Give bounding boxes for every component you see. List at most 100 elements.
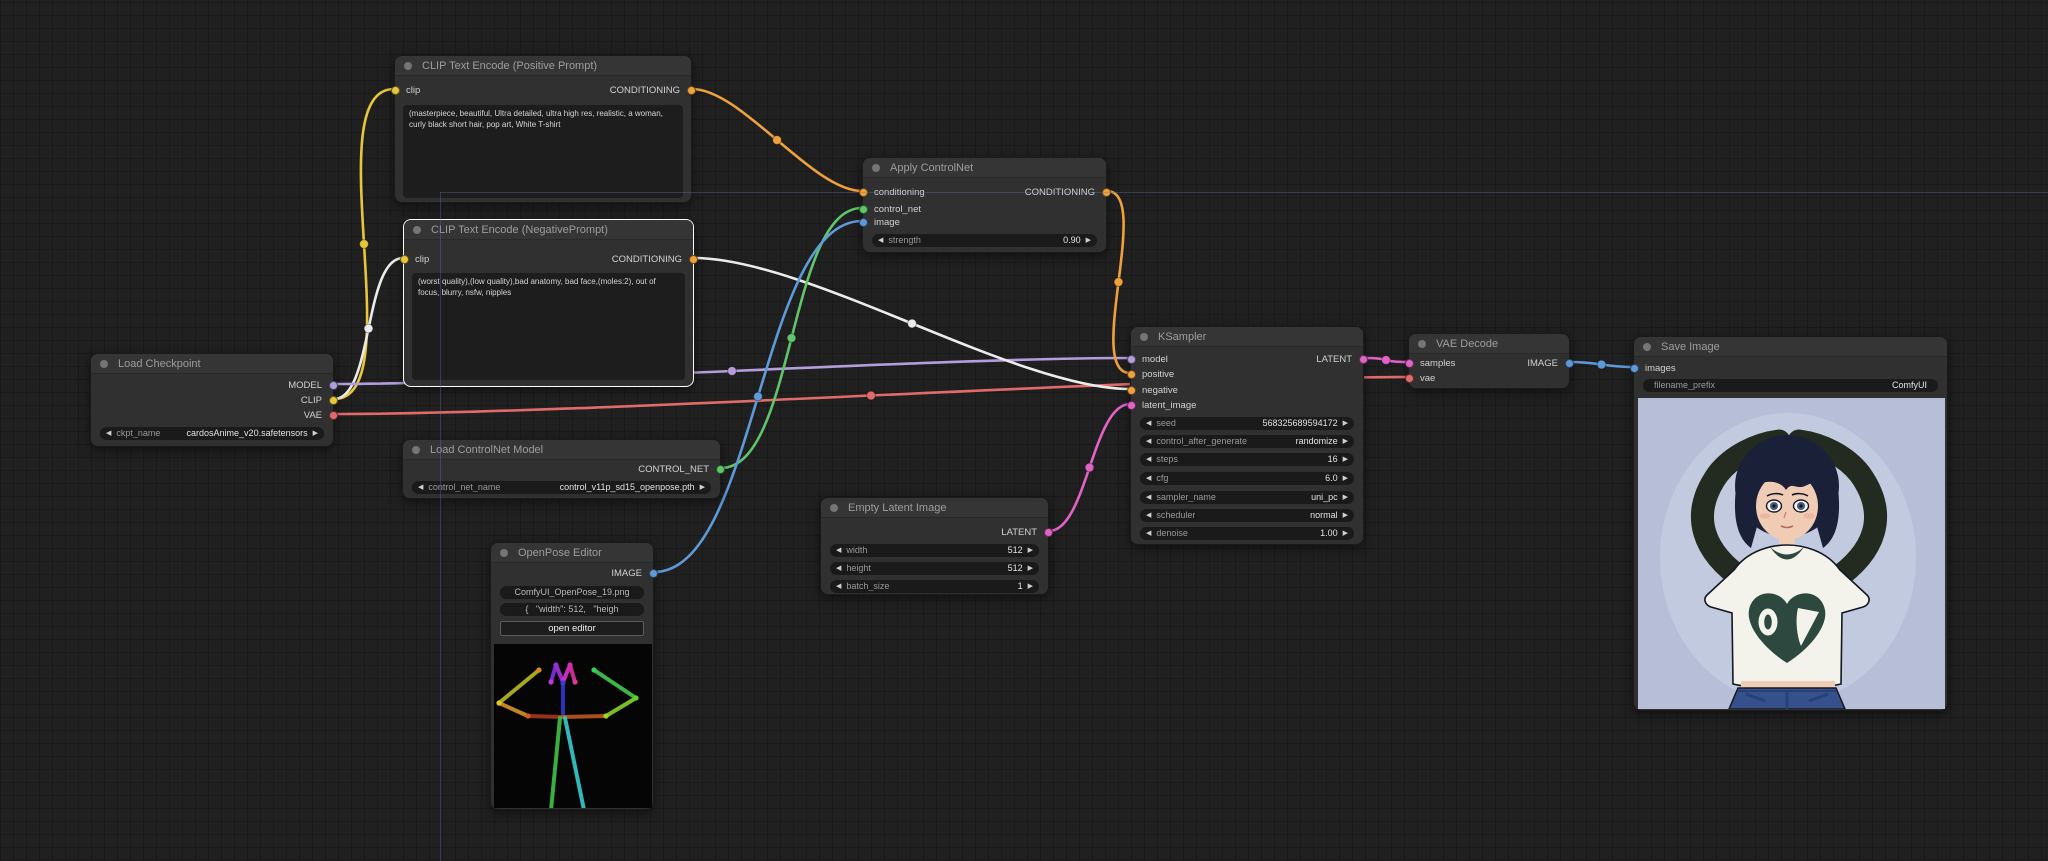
decrement-arrow-icon[interactable]: ◀ bbox=[1146, 453, 1151, 466]
output-slot-model[interactable] bbox=[328, 380, 338, 390]
node-vae-decode[interactable]: VAE Decode samples vae IMAGE bbox=[1404, 333, 1574, 389]
input-slot-image[interactable] bbox=[858, 217, 868, 227]
increment-arrow-icon[interactable]: ▶ bbox=[1343, 509, 1348, 522]
link-midpoint-dot[interactable] bbox=[1084, 462, 1095, 473]
link-midpoint-dot[interactable] bbox=[786, 333, 797, 343]
increment-arrow-icon[interactable]: ▶ bbox=[313, 427, 318, 440]
node-load-controlnet-model[interactable]: Load ControlNet Model CONTROL_NET ◀ control… bbox=[402, 439, 725, 499]
widget-pose_filename[interactable]: ComfyUI_OpenPose_19.png bbox=[500, 585, 644, 599]
output-slot-image[interactable] bbox=[648, 568, 658, 578]
node-title-bar[interactable]: Load Checkpoint bbox=[91, 354, 333, 374]
widget-control_after_generate[interactable]: ◀ control_after_generate randomize ▶ bbox=[1140, 434, 1354, 448]
output-slot-control_net[interactable] bbox=[715, 464, 725, 474]
collapse-dot-icon[interactable] bbox=[1643, 343, 1651, 351]
collapse-dot-icon[interactable] bbox=[500, 549, 508, 557]
widget-height[interactable]: ◀ height 512 ▶ bbox=[830, 561, 1039, 575]
collapse-dot-icon[interactable] bbox=[872, 164, 880, 172]
link-midpoint-dot[interactable] bbox=[866, 390, 876, 401]
output-slot-vae[interactable] bbox=[328, 410, 338, 420]
increment-arrow-icon[interactable]: ▶ bbox=[1028, 562, 1033, 575]
node-apply-controlnet[interactable]: Apply ControlNet conditioning control_net i… bbox=[858, 157, 1111, 253]
input-slot-model[interactable] bbox=[1126, 354, 1136, 364]
input-slot-clip[interactable] bbox=[390, 85, 400, 95]
input-slot-conditioning[interactable] bbox=[858, 187, 868, 197]
decrement-arrow-icon[interactable]: ◀ bbox=[1146, 417, 1151, 430]
prompt-textarea[interactable]: (worst quality),(low quality),bad anatom… bbox=[412, 273, 685, 380]
output-slot-conditioning[interactable] bbox=[686, 85, 696, 95]
link-midpoint-dot[interactable] bbox=[363, 323, 374, 334]
decrement-arrow-icon[interactable]: ◀ bbox=[836, 562, 841, 575]
widget-steps[interactable]: ◀ steps 16 ▶ bbox=[1140, 452, 1354, 466]
collapse-dot-icon[interactable] bbox=[830, 504, 838, 512]
widget-filename_prefix[interactable]: filename_prefix ComfyUI bbox=[1643, 378, 1938, 392]
node-ksampler[interactable]: KSampler model positive negative latent_imag… bbox=[1126, 326, 1368, 545]
decrement-arrow-icon[interactable]: ◀ bbox=[1146, 509, 1151, 522]
decrement-arrow-icon[interactable]: ◀ bbox=[1146, 435, 1151, 448]
widget-pose_json[interactable]: { "width": 512, "heigh bbox=[500, 602, 644, 616]
collapse-dot-icon[interactable] bbox=[100, 360, 108, 368]
node-clip-text-encode-positive[interactable]: CLIP Text Encode (Positive Prompt) clip CO… bbox=[390, 55, 696, 203]
output-slot-latent[interactable] bbox=[1043, 527, 1053, 537]
increment-arrow-icon[interactable]: ▶ bbox=[1086, 234, 1091, 247]
node-save-image[interactable]: Save Image images filename_prefix ComfyUI bbox=[1629, 336, 1948, 711]
decrement-arrow-icon[interactable]: ◀ bbox=[106, 427, 111, 440]
decrement-arrow-icon[interactable]: ◀ bbox=[836, 580, 841, 593]
node-title-bar[interactable]: CLIP Text Encode (NegativePrompt) bbox=[404, 220, 693, 240]
widget-width[interactable]: ◀ width 512 ▶ bbox=[830, 543, 1039, 557]
input-slot-vae[interactable] bbox=[1404, 373, 1414, 383]
widget-scheduler[interactable]: ◀ scheduler normal ▶ bbox=[1140, 508, 1354, 522]
input-slot-negative[interactable] bbox=[1126, 385, 1136, 395]
widget-batch_size[interactable]: ◀ batch_size 1 ▶ bbox=[830, 579, 1039, 593]
widget-seed[interactable]: ◀ seed 568325689594172 ▶ bbox=[1140, 416, 1354, 430]
node-openpose-editor[interactable]: OpenPose Editor IMAGE ComfyUI_OpenPose_19.… bbox=[490, 542, 658, 810]
widget-sampler_name[interactable]: ◀ sampler_name uni_pc ▶ bbox=[1140, 490, 1354, 504]
decrement-arrow-icon[interactable]: ◀ bbox=[1146, 527, 1151, 540]
node-graph-canvas[interactable]: Load Checkpoint MODEL CLIP VAE ◀ ckpt_name car… bbox=[0, 0, 2048, 861]
link-midpoint-dot[interactable] bbox=[753, 391, 763, 402]
increment-arrow-icon[interactable]: ▶ bbox=[700, 481, 705, 494]
link-midpoint-dot[interactable] bbox=[907, 318, 917, 329]
prompt-textarea[interactable]: (masterpiece, beautiful, Ultra detailed,… bbox=[403, 105, 683, 198]
increment-arrow-icon[interactable]: ▶ bbox=[1343, 491, 1348, 504]
increment-arrow-icon[interactable]: ▶ bbox=[1343, 527, 1348, 540]
increment-arrow-icon[interactable]: ▶ bbox=[1028, 580, 1033, 593]
node-title-bar[interactable]: Apply ControlNet bbox=[863, 158, 1106, 178]
increment-arrow-icon[interactable]: ▶ bbox=[1343, 417, 1348, 430]
input-slot-images[interactable] bbox=[1629, 363, 1639, 373]
widget-ckpt_name[interactable]: ◀ ckpt_name cardosAnime_v20.safetensors ▶ bbox=[100, 426, 324, 440]
increment-arrow-icon[interactable]: ▶ bbox=[1343, 472, 1348, 485]
node-load-checkpoint[interactable]: Load Checkpoint MODEL CLIP VAE ◀ ckpt_name car… bbox=[90, 353, 338, 447]
output-slot-conditioning[interactable] bbox=[688, 254, 698, 264]
input-slot-control_net[interactable] bbox=[858, 204, 868, 214]
collapse-dot-icon[interactable] bbox=[404, 62, 412, 70]
input-slot-latent_image[interactable] bbox=[1126, 400, 1136, 410]
decrement-arrow-icon[interactable]: ◀ bbox=[418, 481, 423, 494]
input-slot-samples[interactable] bbox=[1404, 358, 1414, 368]
node-title-bar[interactable]: VAE Decode bbox=[1409, 334, 1569, 354]
input-slot-positive[interactable] bbox=[1126, 369, 1136, 379]
link-midpoint-dot[interactable] bbox=[1113, 277, 1124, 287]
decrement-arrow-icon[interactable]: ◀ bbox=[836, 544, 841, 557]
node-title-bar[interactable]: Save Image bbox=[1634, 337, 1947, 357]
node-title-bar[interactable]: CLIP Text Encode (Positive Prompt) bbox=[395, 56, 691, 76]
collapse-dot-icon[interactable] bbox=[1140, 333, 1148, 341]
node-clip-text-encode-negative[interactable]: CLIP Text Encode (NegativePrompt) clip CON… bbox=[399, 219, 698, 387]
widget-control_net_name[interactable]: ◀ control_net_name control_v11p_sd15_openp… bbox=[412, 480, 711, 494]
decrement-arrow-icon[interactable]: ◀ bbox=[878, 234, 883, 247]
link-midpoint-dot[interactable] bbox=[359, 239, 369, 249]
decrement-arrow-icon[interactable]: ◀ bbox=[1146, 491, 1151, 504]
link-midpoint-dot[interactable] bbox=[1381, 355, 1391, 365]
output-slot-conditioning[interactable] bbox=[1101, 187, 1111, 197]
increment-arrow-icon[interactable]: ▶ bbox=[1343, 435, 1348, 448]
node-title-bar[interactable]: Load ControlNet Model bbox=[403, 440, 720, 460]
input-slot-clip[interactable] bbox=[399, 254, 409, 264]
node-title-bar[interactable]: KSampler bbox=[1131, 327, 1363, 347]
widget-cfg[interactable]: ◀ cfg 6.0 ▶ bbox=[1140, 471, 1354, 485]
link-midpoint-dot[interactable] bbox=[1596, 359, 1607, 370]
node-empty-latent-image[interactable]: Empty Latent Image LATENT ◀ width 512 ▶ ◀ heigh… bbox=[820, 497, 1053, 595]
collapse-dot-icon[interactable] bbox=[1418, 340, 1426, 348]
output-slot-image[interactable] bbox=[1564, 358, 1574, 368]
output-slot-latent[interactable] bbox=[1358, 354, 1368, 364]
collapse-dot-icon[interactable] bbox=[412, 446, 420, 454]
widget-strength[interactable]: ◀ strength 0.90 ▶ bbox=[872, 233, 1097, 247]
